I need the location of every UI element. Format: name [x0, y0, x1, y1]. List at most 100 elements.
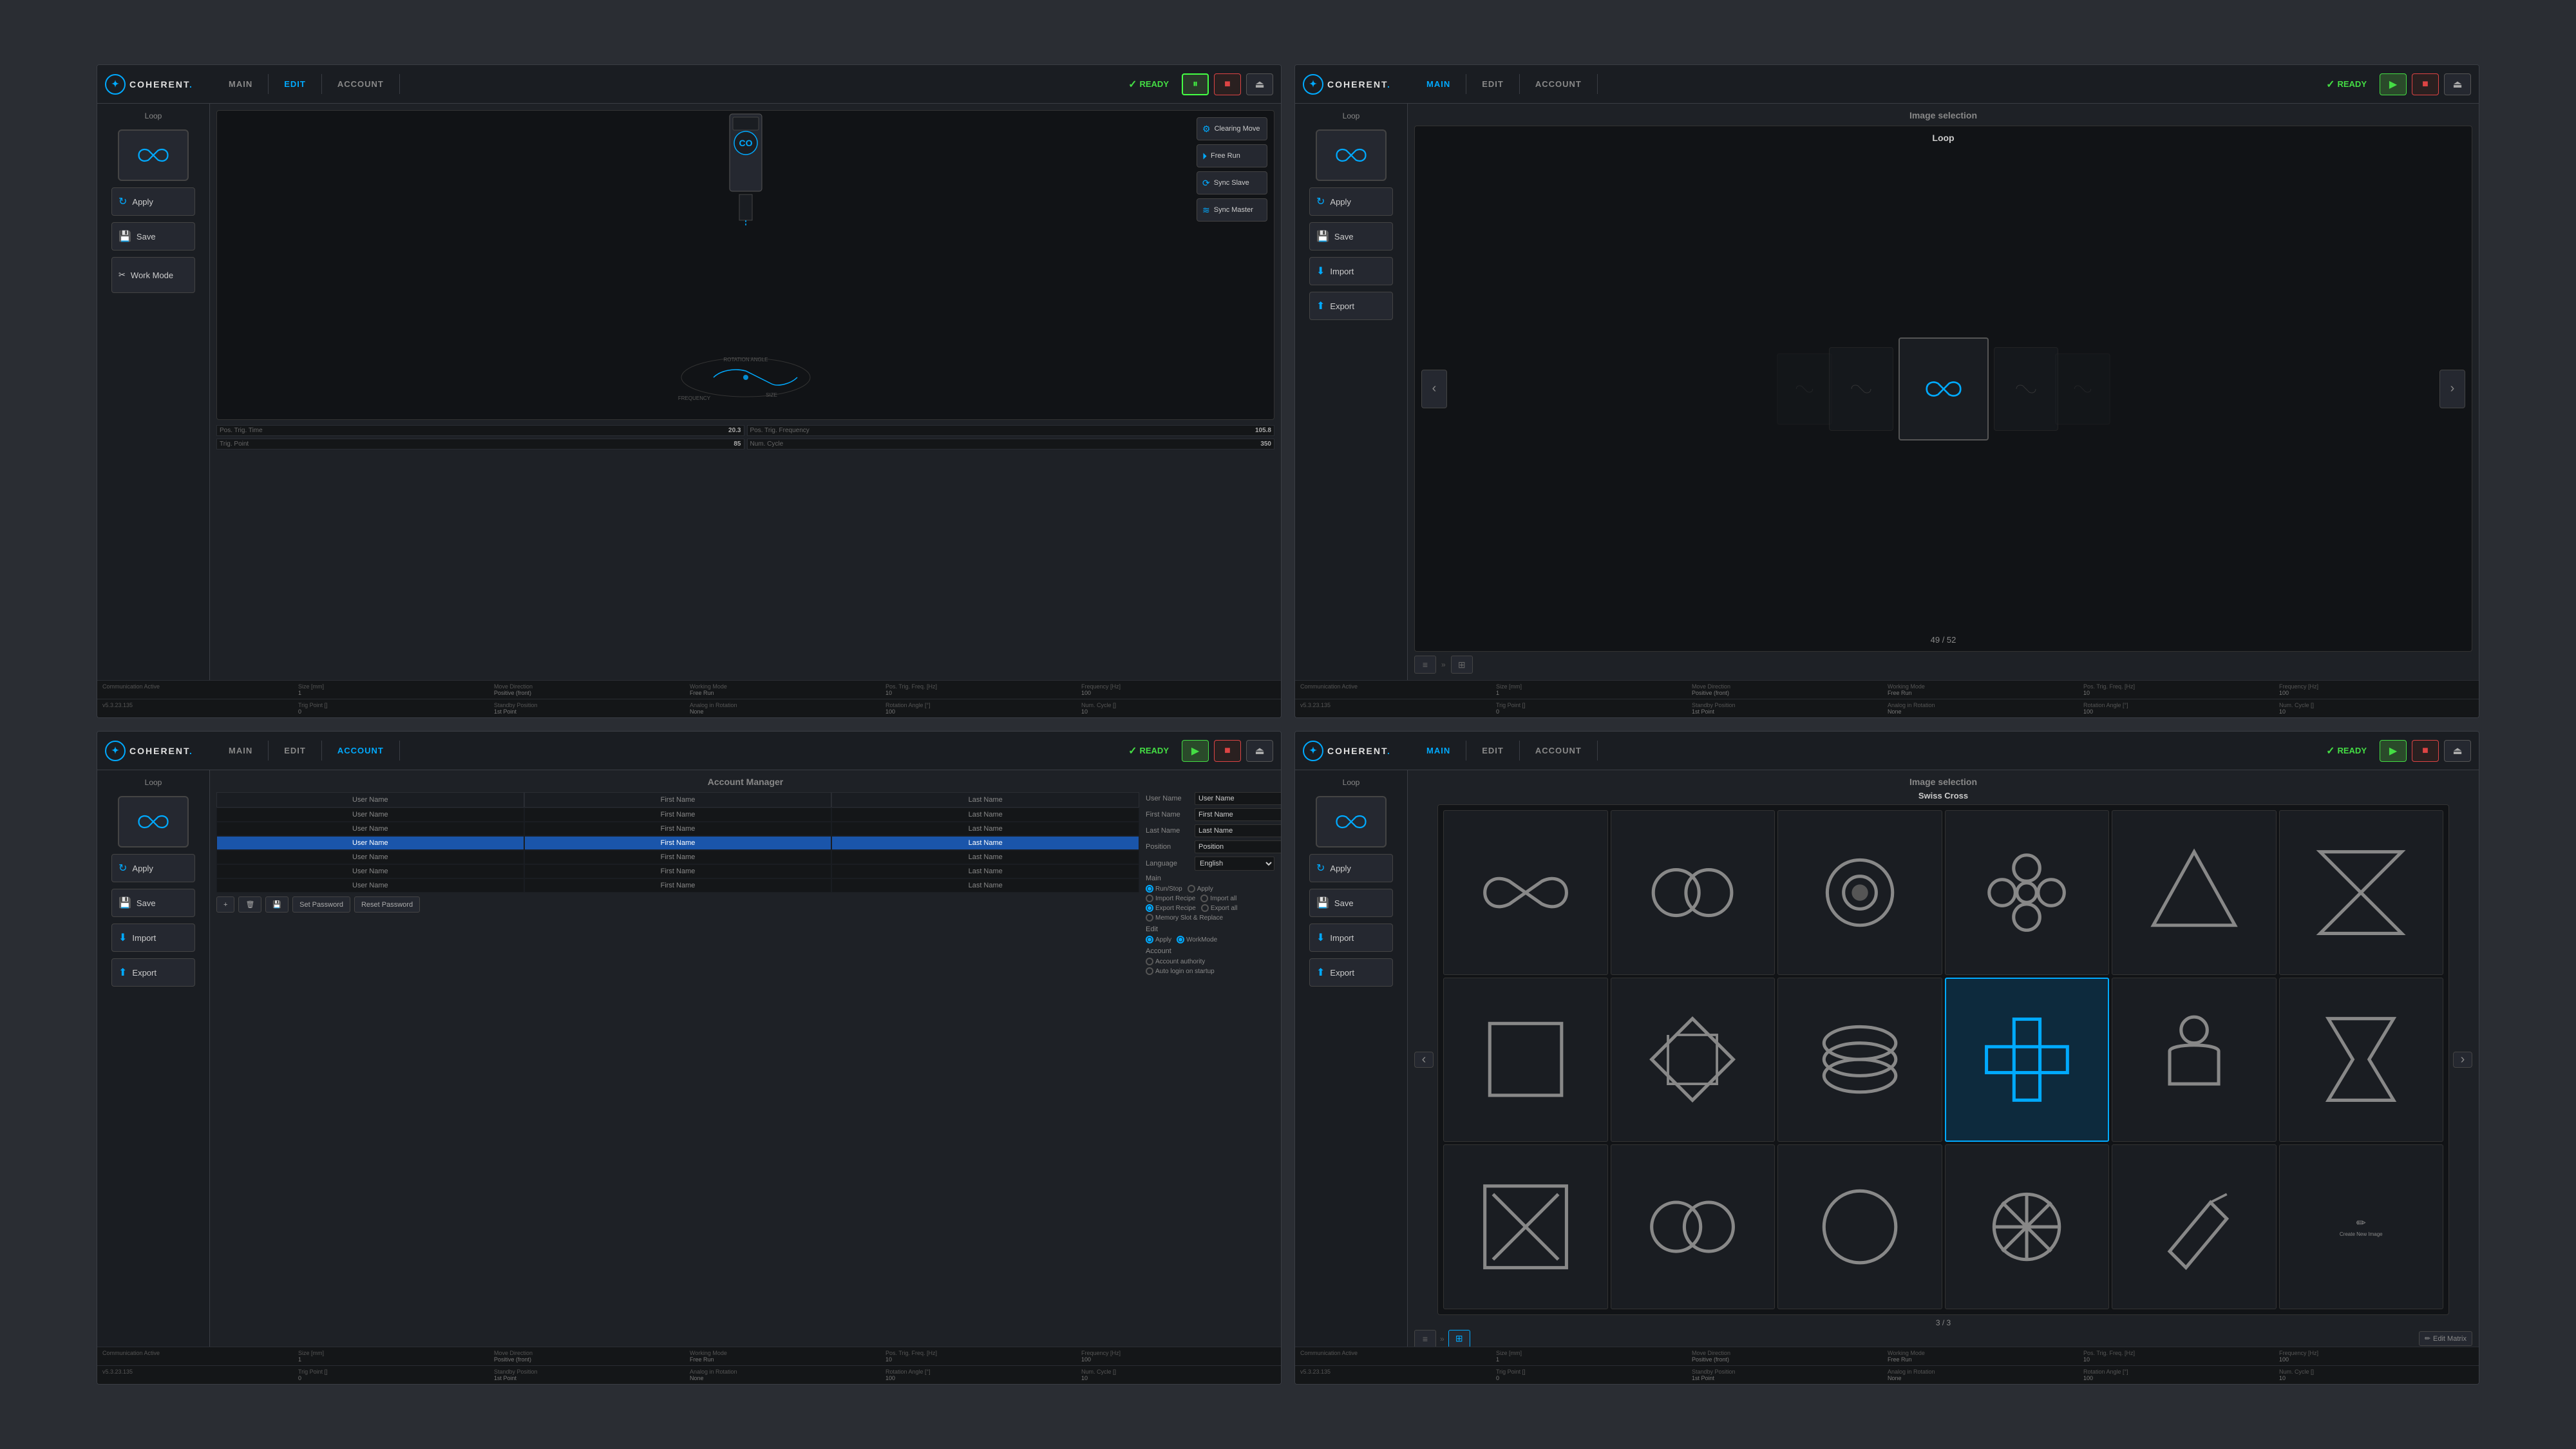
tab-edit-3[interactable]: EDIT	[269, 741, 322, 761]
grid-cell-complex1[interactable]	[1777, 810, 1942, 975]
edit-matrix-btn[interactable]: ✏ Edit Matrix	[2419, 1331, 2472, 1346]
set-password-btn[interactable]: Set Password	[292, 896, 350, 913]
tab-main-3[interactable]: MAIN	[213, 741, 269, 761]
position-input[interactable]	[1195, 840, 1281, 853]
import-button-2[interactable]: ⬇ Import	[1309, 257, 1393, 285]
delete-user-btn[interactable]: 🗑	[238, 896, 261, 913]
carousel-card-front2[interactable]	[2055, 353, 2110, 424]
workmode-button-1[interactable]: ✂ Work Mode	[111, 257, 195, 293]
grid-next[interactable]: ›	[2453, 1052, 2472, 1068]
carousel-prev[interactable]: ‹	[1421, 370, 1447, 408]
tab-account-1[interactable]: ACCOUNT	[322, 74, 400, 94]
perm-import-recipe[interactable]: Import Recipe	[1146, 895, 1195, 902]
loop-button-2[interactable]	[1316, 129, 1387, 181]
export-button-3[interactable]: ⬆ Export	[111, 958, 195, 987]
perm-edit-apply[interactable]: Apply	[1146, 936, 1171, 943]
user-row-6[interactable]: User Name First Name Last Name	[216, 878, 1139, 893]
tab-main-2[interactable]: MAIN	[1411, 74, 1466, 94]
perm-memory[interactable]: Memory Slot & Replace	[1146, 914, 1223, 922]
sync-master-btn[interactable]: ≋ Sync Master	[1197, 198, 1267, 222]
perm-run-stop[interactable]: Run/Stop	[1146, 885, 1182, 893]
pause-button-1[interactable]: ⏸	[1182, 73, 1209, 95]
export-button-4[interactable]: ⬆ Export	[1309, 958, 1393, 987]
user-row-2[interactable]: User Name First Name Last Name	[216, 822, 1139, 836]
clearing-move-btn[interactable]: ⚙ Clearing Move	[1197, 117, 1267, 140]
grid-cell-x-shape[interactable]	[1443, 1144, 1608, 1309]
save-button-4[interactable]: 💾 Save	[1309, 889, 1393, 917]
grid-cell-flower[interactable]	[1945, 810, 2110, 975]
language-select[interactable]: English	[1195, 857, 1274, 871]
grid-cell-two-circles[interactable]	[1611, 810, 1776, 975]
save-user-btn[interactable]: 💾	[265, 896, 289, 913]
grid-cell-hourglass[interactable]	[2279, 810, 2444, 975]
apply-button-3[interactable]: ↻ Apply	[111, 854, 195, 882]
apply-button-2[interactable]: ↻ Apply	[1309, 187, 1393, 216]
play-button-2[interactable]: ▶	[2380, 73, 2407, 95]
sync-slave-btn[interactable]: ⟳ Sync Slave	[1197, 171, 1267, 194]
firstname-input[interactable]	[1195, 808, 1281, 821]
exit-button-3[interactable]: ⏏	[1246, 740, 1273, 762]
grid-cell-pattern1[interactable]	[1611, 978, 1776, 1142]
reset-password-btn[interactable]: Reset Password	[354, 896, 420, 913]
list-view-btn[interactable]: ≡	[1414, 656, 1436, 674]
perm-import-all[interactable]: Import all	[1200, 895, 1236, 902]
grid-list-view-btn[interactable]: ≡	[1414, 1330, 1436, 1347]
loop-button-1[interactable]	[118, 129, 189, 181]
carousel-card-active[interactable]	[1899, 337, 1989, 440]
save-button-2[interactable]: 💾 Save	[1309, 222, 1393, 251]
grid-prev[interactable]: ‹	[1414, 1052, 1434, 1068]
perm-acct-authority[interactable]: Account authority	[1146, 958, 1205, 965]
grid-cell-star[interactable]	[1945, 1144, 2110, 1309]
carousel-card-back2[interactable]	[1829, 347, 1893, 431]
add-user-btn[interactable]: +	[216, 896, 234, 913]
stop-button-3[interactable]: ■	[1214, 740, 1241, 762]
tab-account-4[interactable]: ACCOUNT	[1520, 741, 1598, 761]
tab-account-2[interactable]: ACCOUNT	[1520, 74, 1598, 94]
import-button-4[interactable]: ⬇ Import	[1309, 923, 1393, 952]
carousel-card-front1[interactable]	[1994, 347, 2058, 431]
tab-edit-1[interactable]: EDIT	[269, 74, 322, 94]
user-row-1[interactable]: User Name First Name Last Name	[216, 808, 1139, 822]
carousel-card-back1[interactable]	[1777, 353, 1832, 424]
grid-cell-infinity[interactable]	[1443, 810, 1608, 975]
grid-cell-create-new[interactable]: ✏ Create New Image	[2279, 1144, 2444, 1309]
play-button-3[interactable]: ▶	[1182, 740, 1209, 762]
save-button-3[interactable]: 💾 Save	[111, 889, 195, 917]
exit-button-1[interactable]: ⏏	[1246, 73, 1273, 95]
exit-button-4[interactable]: ⏏	[2444, 740, 2471, 762]
grid-view-btn[interactable]: ⊞	[1451, 656, 1473, 674]
grid-cell-oval-stack[interactable]	[1777, 978, 1942, 1142]
stop-button-4[interactable]: ■	[2412, 740, 2439, 762]
stop-button-2[interactable]: ■	[2412, 73, 2439, 95]
grid-cell-pencil[interactable]	[2112, 1144, 2277, 1309]
apply-button-4[interactable]: ↻ Apply	[1309, 854, 1393, 882]
perm-workmode[interactable]: WorkMode	[1177, 936, 1217, 943]
lastname-input[interactable]	[1195, 824, 1281, 837]
tab-account-3[interactable]: ACCOUNT	[322, 741, 400, 761]
perm-export-recipe[interactable]: Export Recipe	[1146, 904, 1196, 912]
stop-button-1[interactable]: ■	[1214, 73, 1241, 95]
grid-cell-two-ovals[interactable]	[1611, 1144, 1776, 1309]
import-button-3[interactable]: ⬇ Import	[111, 923, 195, 952]
tab-main-1[interactable]: MAIN	[213, 74, 269, 94]
perm-autologin[interactable]: Auto login on startup	[1146, 967, 1215, 975]
perm-export-all[interactable]: Export all	[1201, 904, 1238, 912]
free-run-btn[interactable]: ⏵ Free Run	[1197, 144, 1267, 167]
grid-cell-human[interactable]	[2112, 978, 2277, 1142]
apply-button-1[interactable]: ↻ Apply	[111, 187, 195, 216]
username-input[interactable]	[1195, 792, 1281, 805]
tab-edit-4[interactable]: EDIT	[1466, 741, 1520, 761]
grid-cell-swiss-cross[interactable]	[1945, 978, 2110, 1142]
tab-main-4[interactable]: MAIN	[1411, 741, 1466, 761]
grid-cell-circle[interactable]	[1777, 1144, 1942, 1309]
play-button-4[interactable]: ▶	[2380, 740, 2407, 762]
exit-button-2[interactable]: ⏏	[2444, 73, 2471, 95]
save-button-1[interactable]: 💾 Save	[111, 222, 195, 251]
user-row-4[interactable]: User Name First Name Last Name	[216, 850, 1139, 864]
loop-button-3[interactable]	[118, 796, 189, 848]
carousel-next[interactable]: ›	[2439, 370, 2465, 408]
grid-cell-triangle[interactable]	[2112, 810, 2277, 975]
user-row-3-selected[interactable]: User Name First Name Last Name	[216, 836, 1139, 850]
perm-apply[interactable]: Apply	[1188, 885, 1213, 893]
export-button-2[interactable]: ⬆ Export	[1309, 292, 1393, 320]
